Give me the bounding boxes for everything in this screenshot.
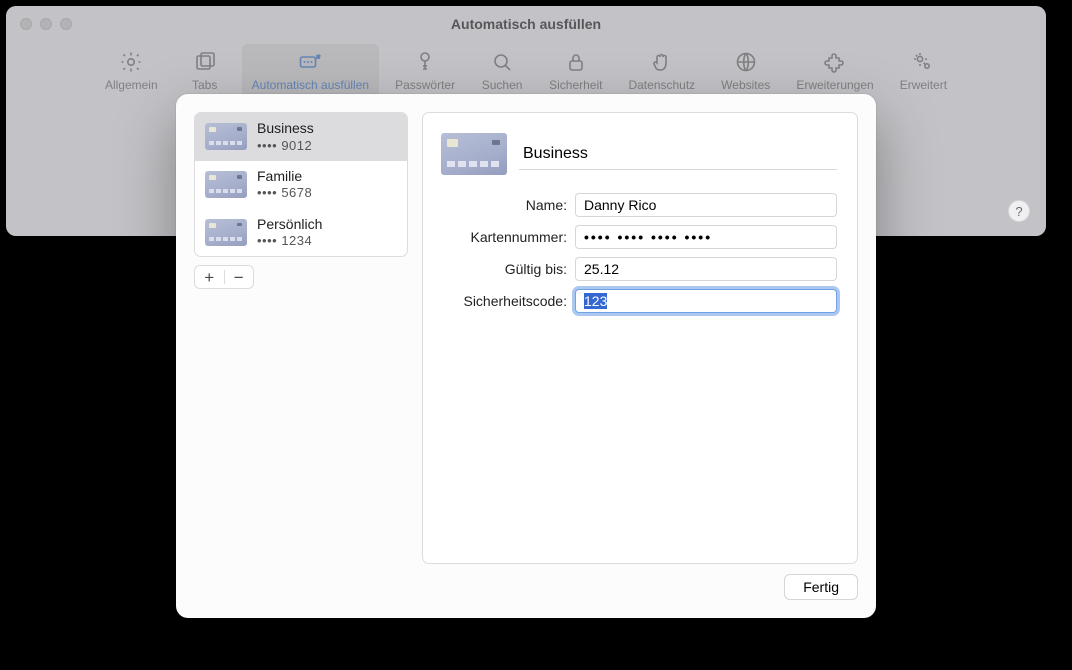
card-number-field[interactable] bbox=[575, 225, 837, 249]
done-button[interactable]: Fertig bbox=[784, 574, 858, 600]
card-masked-number: •••• 1234 bbox=[257, 233, 322, 249]
card-list-item[interactable]: Familie •••• 5678 bbox=[195, 161, 407, 209]
card-name: Business bbox=[257, 120, 314, 138]
security-code-field[interactable] bbox=[575, 289, 837, 313]
name-label: Name: bbox=[437, 197, 575, 213]
add-card-button[interactable]: + bbox=[195, 269, 224, 286]
card-name: Persönlich bbox=[257, 216, 322, 234]
card-thumb-icon bbox=[205, 171, 247, 198]
card-name: Familie bbox=[257, 168, 312, 186]
card-add-remove: + − bbox=[194, 265, 254, 289]
help-button[interactable]: ? bbox=[1008, 200, 1030, 222]
expiry-label: Gültig bis: bbox=[437, 261, 575, 277]
card-title-field[interactable] bbox=[519, 139, 837, 170]
card-list-item[interactable]: Persönlich •••• 1234 bbox=[195, 209, 407, 257]
card-masked-number: •••• 9012 bbox=[257, 138, 314, 154]
card-list[interactable]: Business •••• 9012 Familie •••• 5678 bbox=[195, 113, 407, 256]
name-field[interactable] bbox=[575, 193, 837, 217]
card-list-item[interactable]: Business •••• 9012 bbox=[195, 113, 407, 161]
security-code-label: Sicherheitscode: bbox=[437, 293, 575, 309]
card-large-icon bbox=[441, 133, 507, 175]
card-number-label: Kartennummer: bbox=[437, 229, 575, 245]
card-sidebar: Business •••• 9012 Familie •••• 5678 bbox=[194, 112, 408, 257]
card-masked-number: •••• 5678 bbox=[257, 185, 312, 201]
credit-cards-sheet: Business •••• 9012 Familie •••• 5678 bbox=[176, 94, 876, 618]
remove-card-button[interactable]: − bbox=[225, 269, 254, 286]
card-thumb-icon bbox=[205, 219, 247, 246]
card-detail-pane: Name: Kartennummer: Gültig bis: Sicherhe… bbox=[422, 112, 858, 564]
expiry-field[interactable] bbox=[575, 257, 837, 281]
card-thumb-icon bbox=[205, 123, 247, 150]
